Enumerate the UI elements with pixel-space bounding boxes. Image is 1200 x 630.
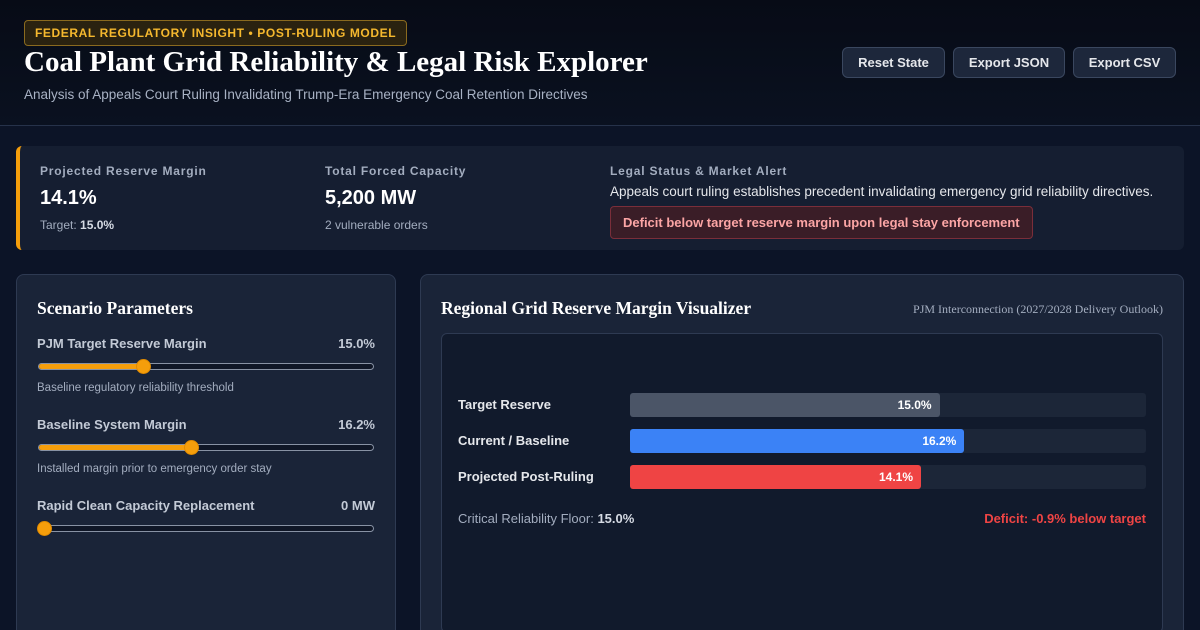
scenario-title: Scenario Parameters (37, 298, 193, 318)
slider-thumb[interactable] (135, 359, 151, 374)
reserve-margin-label: Projected Reserve Margin (40, 164, 207, 178)
bar-target-reserve: 15.0% (630, 393, 940, 417)
bar-row-projected: Projected Post-Ruling 14.1% (458, 465, 1146, 489)
forced-capacity-value: 5,200 MW (325, 187, 417, 209)
bar-row-baseline: Current / Baseline 16.2% (458, 429, 1146, 453)
floor-value: 15.0% (597, 511, 635, 526)
bar-row-target: Target Reserve 15.0% (458, 393, 1146, 417)
reserve-visualizer-panel: Regional Grid Reserve Margin Visualizer … (420, 274, 1184, 630)
reset-state-button[interactable]: Reset State (842, 47, 945, 78)
bar-value: 15.0% (897, 398, 932, 412)
bar-current-baseline: 16.2% (630, 429, 965, 453)
deficit-readout: Deficit: -0.9% below target (984, 511, 1146, 526)
bar-track: 15.0% (630, 393, 1146, 417)
reserve-bar-chart: Target Reserve 15.0% Current / Baseline … (441, 333, 1163, 630)
vulnerable-orders-count: 2 vulnerable orders (325, 218, 428, 232)
bar-label: Current / Baseline (458, 433, 570, 448)
legal-status-text: Appeals court ruling establishes precede… (610, 184, 1154, 199)
reserve-target-value: 15.0% (80, 218, 115, 232)
insight-badge: FEDERAL REGULATORY INSIGHT • POST-RULING… (24, 20, 408, 46)
param-label: PJM Target Reserve Margin (37, 336, 207, 351)
visualizer-title: Regional Grid Reserve Margin Visualizer (441, 298, 752, 318)
param-help: Installed margin prior to emergency orde… (37, 463, 272, 475)
param-value: 0 MW (341, 498, 375, 513)
param-value: 15.0% (338, 336, 375, 351)
param-label: Baseline System Margin (37, 417, 187, 432)
param-help: Baseline regulatory reliability threshol… (37, 382, 234, 394)
reliability-floor: Critical Reliability Floor: 15.0% (458, 511, 634, 526)
slider-fill (39, 364, 143, 369)
reserve-margin-value: 14.1% (40, 187, 97, 209)
bar-track: 14.1% (630, 465, 1146, 489)
export-json-button[interactable]: Export JSON (953, 47, 1065, 78)
page-subtitle: Analysis of Appeals Court Ruling Invalid… (24, 87, 588, 102)
deficit-alert: Deficit below target reserve margin upon… (610, 206, 1033, 239)
export-csv-button[interactable]: Export CSV (1073, 47, 1176, 78)
slider-thumb[interactable] (183, 440, 199, 455)
bar-value: 14.1% (878, 470, 914, 484)
app-header: FEDERAL REGULATORY INSIGHT • POST-RULING… (0, 0, 1200, 126)
bar-label: Projected Post-Ruling (458, 469, 594, 484)
reserve-target-label: Target: (40, 218, 77, 232)
clean-capacity-slider[interactable] (37, 521, 374, 536)
target-reserve-slider[interactable] (38, 359, 374, 374)
scenario-parameters-panel: Scenario Parameters PJM Target Reserve M… (16, 274, 396, 630)
slider-fill (39, 445, 191, 450)
bar-track: 16.2% (630, 429, 1146, 453)
forced-capacity-label: Total Forced Capacity (325, 164, 467, 178)
bar-projected-post-ruling: 14.1% (630, 465, 922, 489)
baseline-margin-slider[interactable] (38, 440, 374, 455)
page-title: Coal Plant Grid Reliability & Legal Risk… (24, 46, 648, 78)
floor-label: Critical Reliability Floor: (458, 511, 594, 526)
bar-value: 16.2% (922, 434, 957, 448)
bar-label: Target Reserve (458, 397, 551, 412)
summary-panel: Projected Reserve Margin 14.1% Target: 1… (16, 146, 1184, 250)
param-value: 16.2% (338, 417, 375, 432)
reserve-target: Target: 15.0% (40, 218, 114, 232)
param-label: Rapid Clean Capacity Replacement (37, 498, 255, 513)
legal-status-label: Legal Status & Market Alert (610, 164, 788, 178)
slider-thumb[interactable] (37, 521, 52, 536)
visualizer-subtitle: PJM Interconnection (2027/2028 Delivery … (913, 302, 1163, 316)
